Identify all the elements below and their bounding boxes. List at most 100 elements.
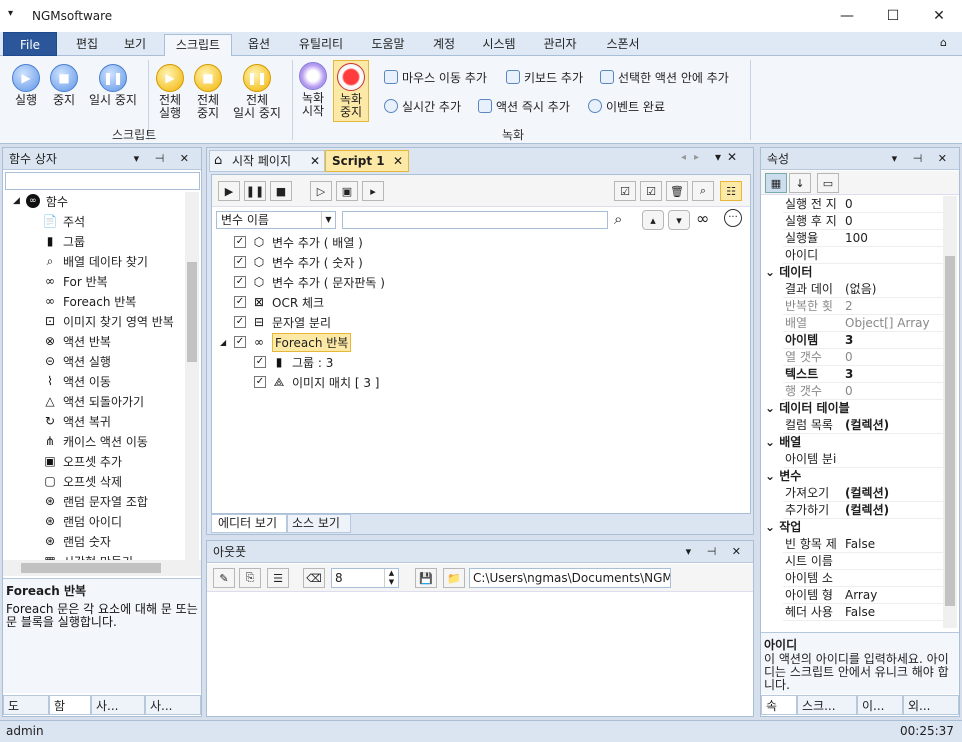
more-icon[interactable]: ··· [724,209,742,227]
quick-access-menu-icon[interactable]: ▾ [8,8,13,19]
script-node[interactable]: ◢ ✓ ∞ Foreach 반복 [220,332,352,352]
stop-button[interactable]: ■ [270,181,292,201]
property-row[interactable]: 행 갯수 0 [783,383,943,400]
property-row[interactable]: 아이템 3 [783,332,943,349]
clear-output-button[interactable]: ✎ [213,568,235,588]
function-item[interactable]: ⊛ 랜덤 아이디 [43,512,122,530]
property-row[interactable]: 실행 전 지 0 [783,196,943,213]
step-play-button[interactable]: ▷ [310,181,332,201]
tab-system[interactable]: 시스템 [474,34,524,56]
run-all-button[interactable]: ▶ 전체 실행 [152,64,188,120]
tab-script-explorer[interactable]: 스크... [797,695,857,715]
node-checkbox[interactable]: ✓ [234,316,246,328]
property-row[interactable]: 아이템 형 Array [783,587,943,604]
scroll-thumb[interactable] [945,256,955,606]
property-row[interactable]: 아이템 분i [783,451,943,468]
panel-controls[interactable]: ▾ ⊣ ✕ [686,541,747,563]
scroll-thumb[interactable] [187,262,197,362]
property-row[interactable]: 배열 Object[] Array [783,315,943,332]
tab-admin[interactable]: 관리자 [534,34,586,56]
function-tree-hscrollbar[interactable] [3,560,201,576]
step-over-button[interactable]: ▸ [362,181,384,201]
property-category[interactable]: ⌄ 데이터 테이블 [765,400,943,417]
variable-search-input[interactable] [342,211,608,229]
tab-source-view[interactable]: 소스 보기 [287,514,351,533]
property-category[interactable]: ⌄ 데이터 [765,264,943,281]
tab-help[interactable]: 도움말 [364,34,412,56]
script-node[interactable]: ✓ ⬡ 변수 추가 ( 숫자 ) [234,253,363,271]
tree-view-button[interactable]: ☷ [720,181,742,201]
function-item[interactable]: ↻ 액션 복귀 [43,412,111,430]
new-file-button[interactable]: ⎘ [239,568,261,588]
function-item[interactable]: ⊡ 이미지 찾기 영역 반복 [43,312,174,330]
tab-account[interactable]: 계정 [424,34,464,56]
hscroll-thumb[interactable] [21,563,161,573]
node-checkbox[interactable]: ✓ [234,236,246,248]
pause-all-button[interactable]: ❚❚ 전체 일시 중지 [228,64,286,120]
function-item[interactable]: ⊛ 랜덤 숫자 [43,532,111,550]
tab-sponsor[interactable]: 스폰서 [598,34,648,56]
tab-view[interactable]: 보기 [114,34,156,56]
property-row[interactable]: 헤더 사용 False [783,604,943,621]
property-row[interactable]: 아이템 소 [783,570,943,587]
tab-utility[interactable]: 유틸리티 [290,34,352,56]
tree-root-functions[interactable]: ◢ ∞ 함수 [13,192,68,210]
script-node[interactable]: ✓ ⟁ 이미지 매치 [ 3 ] [254,373,379,391]
node-checkbox[interactable]: ✓ [234,276,246,288]
variable-select[interactable]: 변수 이름 ▼ [216,211,336,229]
function-item[interactable]: ⌕ 배열 데이타 찾기 [43,252,148,270]
open-folder-button[interactable]: 📁 [443,568,465,588]
stepper-arrows-icon[interactable]: ▲ ▼ [384,569,398,587]
pause-button[interactable]: ❚❚ 일시 중지 [84,64,142,107]
script-node[interactable]: ✓ ⬡ 변수 추가 ( 문자판독 ) [234,273,385,291]
tab-properties[interactable]: 속 [761,695,797,715]
output-path-field[interactable]: C:\Users\ngmas\Documents\NGM6\ [469,568,671,588]
property-row[interactable]: 실행율 100 [783,230,943,247]
property-row[interactable]: 시트 이름 [783,553,943,570]
function-item[interactable]: ▮ 그룹 [43,232,85,250]
loop-icon[interactable]: ∞ [696,209,709,228]
panel-controls[interactable]: ▾ ⊣ ✕ [134,148,195,170]
node-checkbox[interactable]: ✓ [234,336,246,348]
property-row[interactable]: 열 갯수 0 [783,349,943,366]
tab-controls[interactable]: ▾✕ [715,150,743,164]
panel-controls[interactable]: ▾ ⊣ ✕ [892,148,953,170]
property-row[interactable]: 아이디 [783,247,943,264]
tab-nav-arrows[interactable]: ◂▸ [681,152,707,163]
search-icon[interactable]: ⌕ [614,210,622,228]
move-down-button[interactable]: ▾ [668,210,690,230]
add-into-selected-button[interactable]: 선택한 액션 안에 추가 [600,68,729,86]
tab-edit[interactable]: 편집 [66,34,108,56]
tab-left-bottom-3[interactable]: 사... [91,695,145,715]
save-button[interactable]: 💾 [415,568,437,588]
stop-button[interactable]: ■ 중지 [46,64,82,107]
function-tree-scrollbar[interactable] [185,192,199,562]
function-item[interactable]: ⊗ 액션 반복 [43,332,111,350]
add-action-now-button[interactable]: 액션 즉시 추가 [478,97,570,115]
function-item[interactable]: ⊝ 액션 실행 [43,352,111,370]
search-button[interactable]: ⌕ [692,181,714,201]
property-row[interactable]: 컬럼 목록 (컬렉션) [783,417,943,434]
add-keyboard-button[interactable]: 키보드 추가 [506,68,583,86]
delete-button[interactable]: 🗑 [666,181,688,201]
property-category[interactable]: ⌄ 배열 [765,434,943,451]
close-button[interactable]: ✕ [916,0,962,32]
tab-api[interactable]: 외... [903,695,959,715]
property-category[interactable]: ⌄ 작업 [765,519,943,536]
minimize-button[interactable]: — [824,0,870,32]
move-up-button[interactable]: ▴ [642,210,664,230]
record-start-button[interactable]: 녹화 시작 [296,62,330,118]
tab-script-1[interactable]: Script 1 ✕ [325,150,409,172]
close-tab-icon[interactable]: ✕ [310,151,320,171]
node-checkbox[interactable]: ✓ [254,356,266,368]
function-item[interactable]: ∞ For 반복 [43,272,108,290]
stop-all-button[interactable]: ■ 전체 중지 [190,64,226,120]
property-row[interactable]: 빈 항목 제 False [783,536,943,553]
tab-file[interactable]: File [3,32,57,56]
tab-left-bottom-2[interactable]: 함 [49,695,91,715]
function-item[interactable]: ⊛ 랜덤 문자열 조합 [43,492,148,510]
property-row[interactable]: 추가하기 (컬렉션) [783,502,943,519]
property-pages-icon[interactable]: ▭ [817,173,839,193]
function-item[interactable]: ⌇ 액션 이동 [43,372,111,390]
event-complete-button[interactable]: 이벤트 완료 [588,97,665,115]
